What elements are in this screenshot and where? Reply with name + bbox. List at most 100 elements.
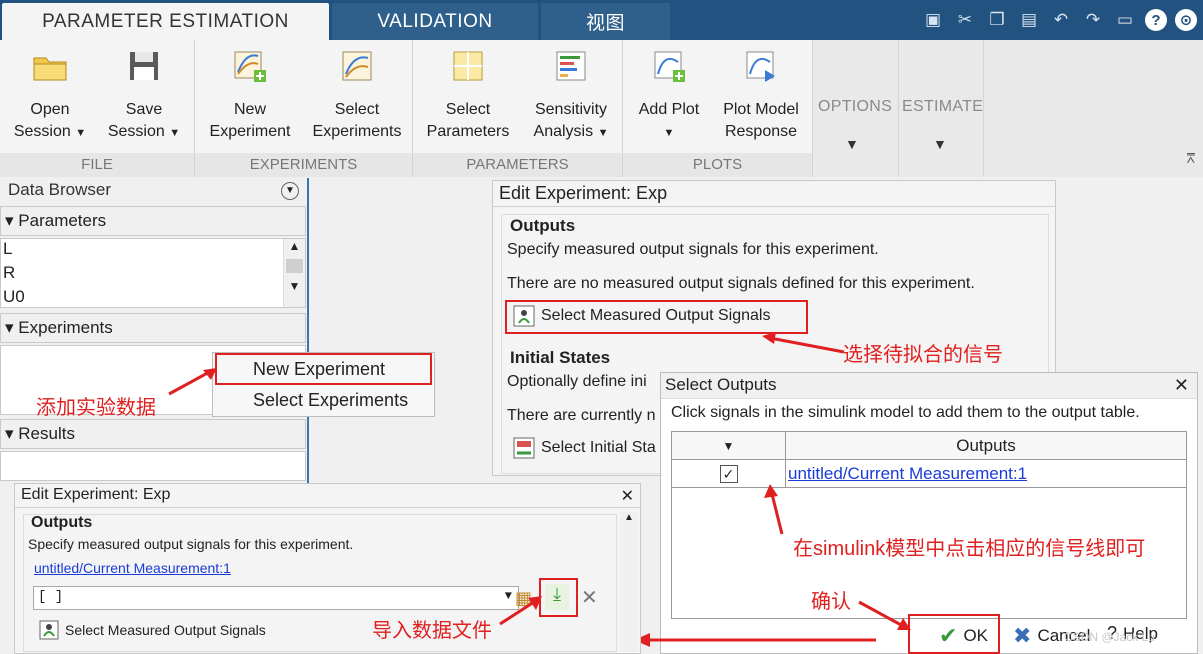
parameters-list[interactable]: L R U0 ▲ ▼ (0, 238, 306, 308)
copy-icon[interactable]: ❐ (985, 8, 1009, 32)
folder-icon (33, 57, 67, 81)
plots-group-label: PLOTS (623, 153, 812, 177)
combo-value: [ ] (38, 589, 64, 605)
results-section-header[interactable]: ▾ Results (0, 419, 306, 449)
collapse-ribbon-icon[interactable]: ⩞ (1186, 150, 1195, 167)
plot-model-response-button[interactable]: Plot Model Response (711, 46, 811, 143)
save-session-button[interactable]: Save Session ▼ (100, 46, 188, 144)
divider (898, 40, 899, 177)
initial-states-description: Optionally define ini (507, 373, 647, 390)
signal-cell[interactable]: untitled/Current Measurement:1 (786, 460, 1186, 487)
chevron-down-icon[interactable]: ▼ (933, 136, 947, 152)
divider (983, 40, 984, 177)
parameters-section-header[interactable]: ▾ Parameters (0, 206, 306, 236)
file-group-label: FILE (0, 153, 194, 177)
paste-icon[interactable]: ▤ (1017, 8, 1041, 32)
checkbox[interactable]: ✓ (719, 464, 738, 483)
estimate-button[interactable]: ESTIMATE (902, 98, 983, 116)
cut-icon[interactable]: ✂ (953, 8, 977, 32)
signal-link[interactable]: untitled/Current Measurement:1 (788, 464, 1027, 484)
select-exp-label-1: Select (334, 101, 380, 118)
menu-item-select-experiments[interactable]: Select Experiments (253, 390, 408, 411)
close-icon[interactable]: ✕ (1174, 375, 1189, 396)
annotation-import-file: 导入数据文件 (372, 620, 492, 642)
edit-experiment-panel-2: Edit Experiment: Exp ✕ ▲ Outputs Specify… (14, 483, 641, 654)
new-experiment-button[interactable]: New Experiment (205, 46, 295, 143)
experiments-section-header[interactable]: ▾ Experiments (0, 313, 306, 343)
experiments-heading: Experiments (18, 318, 113, 337)
select-experiments-icon (342, 51, 372, 81)
scroll-up-icon[interactable]: ▲ (284, 239, 305, 253)
select-measured-output-label-2: Select Measured Output Signals (65, 622, 266, 638)
edit-experiment-title-2: Edit Experiment: Exp (21, 486, 171, 503)
highlight-box (908, 614, 1000, 654)
plot-model-label-1: Plot Model (723, 101, 799, 118)
list-item[interactable]: L (1, 239, 305, 263)
select-measured-output-signals-button-2[interactable]: Select Measured Output Signals (39, 620, 266, 640)
chevron-down-icon[interactable]: ▼ (75, 127, 86, 139)
chevron-down-icon[interactable]: ▼ (664, 127, 675, 139)
sort-column-header[interactable]: ▼ (672, 432, 786, 459)
tab-parameter-estimation[interactable]: PARAMETER ESTIMATION (2, 3, 329, 40)
outputs-column-header: Outputs (956, 435, 1016, 455)
cancel-x-icon: ✖ (1013, 623, 1032, 648)
scroll-down-icon[interactable]: ▼ (284, 279, 305, 293)
select-experiments-button[interactable]: Select Experiments (307, 46, 407, 143)
panel-menu-icon[interactable]: ▼ (281, 182, 299, 200)
collapse-triangle-icon: ▾ (5, 424, 14, 443)
add-plot-button[interactable]: Add Plot ▼ (631, 46, 707, 144)
options-button[interactable]: OPTIONS (818, 98, 892, 116)
sensitivity-icon (556, 51, 586, 81)
select-outputs-titlebar: Select Outputs ✕ (661, 373, 1197, 399)
scroll-up-icon[interactable]: ▲ (620, 512, 638, 523)
help-icon[interactable]: ? (1145, 9, 1167, 31)
arrow-icon (499, 596, 542, 626)
delete-icon[interactable]: ✕ (581, 585, 598, 610)
new-experiment-icon (234, 51, 266, 82)
select-exp-label-2: Experiments (312, 123, 402, 140)
redo-icon[interactable]: ↷ (1081, 8, 1105, 32)
select-param-label-2: Parameters (426, 123, 510, 140)
close-icon[interactable]: ✕ (621, 486, 634, 506)
annotation-choose-signal: 选择待拟合的信号 (843, 344, 1003, 366)
edit-experiment-titlebar-2: Edit Experiment: Exp ✕ (15, 484, 640, 508)
table-row[interactable]: ✓ untitled/Current Measurement:1 (672, 460, 1186, 488)
results-list[interactable] (0, 451, 306, 481)
chevron-down-icon[interactable]: ▼ (169, 127, 180, 139)
annotation-confirm: 确认 (811, 591, 851, 613)
scrollbar[interactable]: ▲ ▼ (283, 239, 305, 307)
highlight-box (215, 353, 432, 385)
new-label-1: New (233, 101, 266, 118)
select-param-label-1: Select (445, 101, 491, 118)
arrow-icon (762, 332, 845, 354)
expand-icon[interactable]: ⊙ (1175, 9, 1197, 31)
open-session-button[interactable]: Open Session ▼ (10, 46, 90, 144)
signal-link-2[interactable]: untitled/Current Measurement:1 (34, 560, 231, 576)
tab-validation[interactable]: VALIDATION (332, 3, 538, 40)
tab-view[interactable]: 视图 (541, 3, 670, 40)
undo-icon[interactable]: ↶ (1049, 8, 1073, 32)
select-parameters-button[interactable]: Select Parameters (421, 46, 515, 143)
list-item[interactable]: R (1, 263, 305, 287)
select-initial-states-button[interactable]: Select Initial Sta (513, 437, 656, 459)
chevron-down-icon[interactable]: ▼ (845, 136, 859, 152)
sensitivity-analysis-button[interactable]: Sensitivity Analysis ▼ (521, 46, 621, 144)
save-icon[interactable]: ▣ (921, 8, 945, 32)
layout-icon[interactable]: ▭ (1113, 8, 1137, 32)
chevron-down-icon: ▼ (722, 438, 735, 453)
plot-model-label-2: Response (724, 123, 798, 140)
file-group: Open Session ▼ Save Session ▼ FILE (0, 40, 195, 177)
quick-access-toolbar: ▣ ✂ ❐ ▤ ↶ ↷ ▭ ? ⊙ (921, 5, 1197, 35)
scroll-thumb[interactable] (286, 259, 303, 273)
list-item[interactable]: U0 (1, 287, 305, 307)
collapse-triangle-icon: ▾ (5, 211, 14, 230)
outputs-description: Specify measured output signals for this… (507, 241, 879, 258)
data-source-combo[interactable]: [ ] ▼ (33, 586, 519, 610)
outputs-heading-2: Outputs (31, 514, 93, 531)
chevron-down-icon[interactable]: ▼ (598, 127, 609, 139)
scrollbar[interactable]: ▲ (620, 512, 638, 652)
new-label-2: Experiment (209, 123, 291, 140)
watermark: CSDN @Jack Lu (1064, 630, 1155, 644)
no-signals-text: There are no measured output signals def… (507, 275, 975, 292)
initial-states-icon (513, 437, 535, 459)
